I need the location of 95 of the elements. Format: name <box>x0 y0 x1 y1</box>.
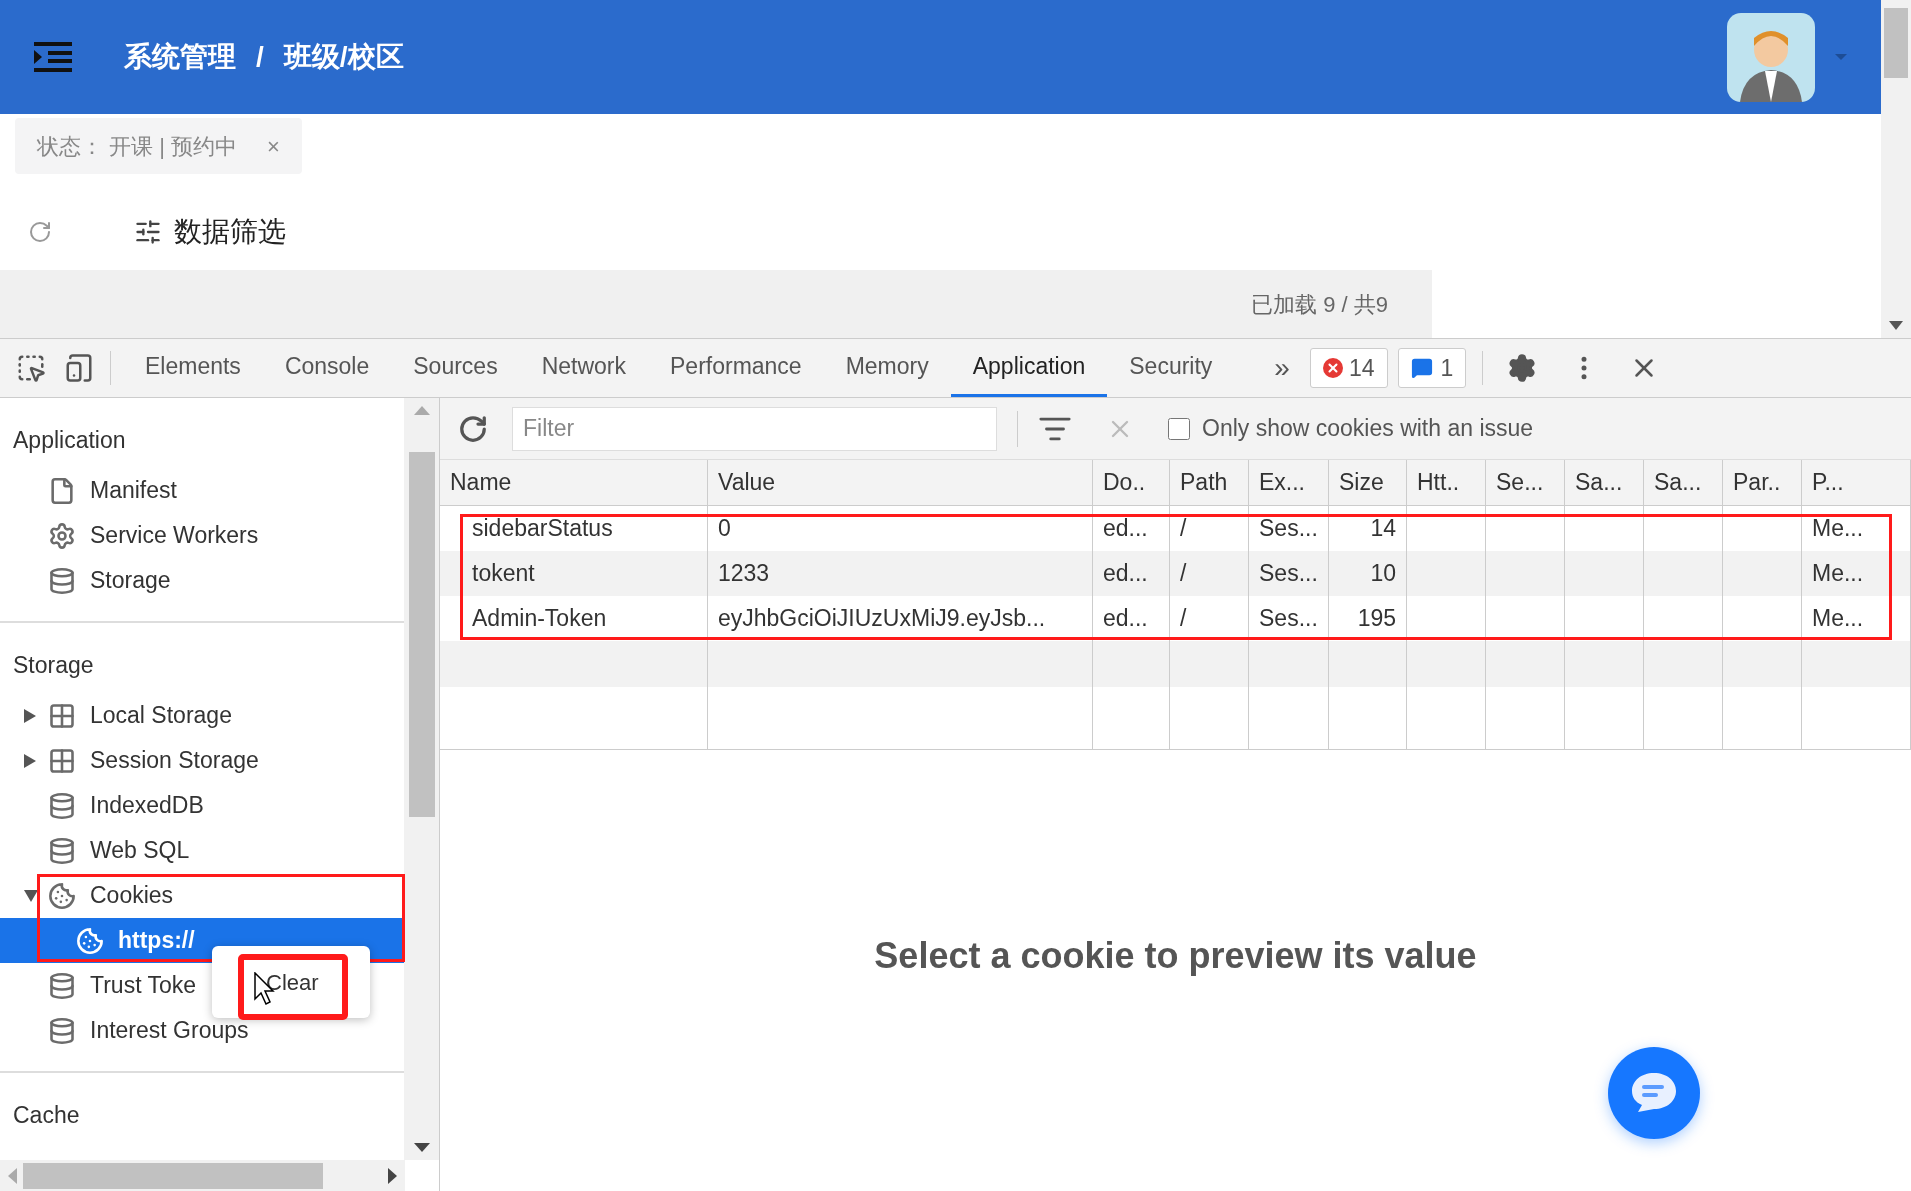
sidebar-item[interactable]: IndexedDB <box>0 783 206 828</box>
column-header[interactable]: Name <box>440 460 708 505</box>
table-cell-text: sidebarStatus <box>472 514 613 544</box>
chat-bubble-icon <box>1630 1071 1678 1115</box>
sidebar-item[interactable]: Session Storage <box>0 738 261 783</box>
table-cell-text: Me... <box>1812 604 1864 634</box>
devtools-tab[interactable]: Network <box>519 339 648 397</box>
sidebar-item[interactable]: Storage <box>0 558 173 603</box>
table-status-bar: 已加载 9 / 共9 <box>0 270 1432 338</box>
message-count-button[interactable]: 1 <box>1397 348 1467 388</box>
devtools-tab[interactable]: Elements <box>123 339 263 397</box>
message-icon <box>1410 357 1433 379</box>
devtools-tab[interactable]: Security <box>1107 339 1235 397</box>
table-cell-text: / <box>1180 559 1187 589</box>
checkbox[interactable] <box>1168 417 1190 440</box>
collapse-triangle-icon[interactable] <box>24 889 38 902</box>
column-header[interactable]: Htt.. <box>1407 460 1486 505</box>
error-icon <box>1322 358 1343 378</box>
sidebar-section-title: Cache <box>12 1100 81 1130</box>
table-cell-text: Me... <box>1812 559 1864 589</box>
table-cell-text: 1233 <box>718 559 770 589</box>
column-header[interactable]: Size <box>1329 460 1407 505</box>
filter-icon[interactable] <box>134 218 162 246</box>
table-cell-text: Me... <box>1812 514 1864 544</box>
table-cell-text: ed... <box>1103 559 1148 589</box>
column-header[interactable]: Value <box>708 460 1093 505</box>
table-cell-text: 14 <box>1370 514 1396 544</box>
column-header[interactable]: P... <box>1802 460 1911 505</box>
menu-indent-icon[interactable] <box>34 42 72 72</box>
filter-field[interactable]: Filter <box>512 406 997 451</box>
column-header[interactable]: Par.. <box>1723 460 1802 505</box>
devtools-tab[interactable]: Console <box>262 339 392 397</box>
database-icon <box>48 836 76 865</box>
breadcrumb-separator: / <box>256 40 264 74</box>
grid-icon <box>48 701 76 730</box>
sidebar-item[interactable]: Trust Toke <box>0 963 199 1008</box>
sidebar-item[interactable]: Service Workers <box>0 513 261 558</box>
preview-message: Select a cookie to preview its value <box>874 933 1477 978</box>
column-header[interactable]: Sa... <box>1644 460 1723 505</box>
database-icon <box>48 791 76 820</box>
table-cell-text: Ses... <box>1259 604 1318 634</box>
column-header[interactable]: Sa... <box>1565 460 1644 505</box>
table-cell-text: Ses... <box>1259 559 1318 589</box>
column-header[interactable]: Do.. <box>1093 460 1170 505</box>
menu-item[interactable]: Clear <box>266 965 319 999</box>
table-cell-text: ed... <box>1103 604 1148 634</box>
table-cell-text: / <box>1180 514 1187 544</box>
refresh-icon[interactable] <box>458 413 488 444</box>
device-icon[interactable] <box>64 353 94 383</box>
devtools-tab[interactable]: Performance <box>648 339 824 397</box>
sidebar-item[interactable]: Cookies <box>0 873 176 918</box>
sidebar-item[interactable]: Local Storage <box>0 693 234 738</box>
refresh-icon[interactable] <box>28 220 52 244</box>
table-cell-text: 10 <box>1370 559 1396 589</box>
settings-icon[interactable] <box>1507 353 1538 383</box>
sidebar-section-title: Storage <box>12 650 95 680</box>
table-cell-text: Admin-Token <box>472 604 607 634</box>
error-count-button[interactable]: 14 <box>1309 348 1388 388</box>
cookie-icon <box>48 881 76 910</box>
sidebar-item[interactable]: Web SQL <box>0 828 192 873</box>
table-cell-text: / <box>1180 604 1187 634</box>
database-icon <box>48 566 76 595</box>
table-cell-text: Ses... <box>1259 514 1318 544</box>
horizontal-scrollbar[interactable] <box>0 1160 405 1191</box>
checkbox-label[interactable]: Only show cookies with an issue <box>1202 411 1534 446</box>
more-tabs-button[interactable]: » <box>1264 347 1300 389</box>
table-cell-text: 195 <box>1357 604 1396 634</box>
table-cell-text: eyJhbGciOiJIUzUxMiJ9.eyJsb... <box>718 604 1046 634</box>
file-icon <box>48 476 76 505</box>
gear-icon <box>48 521 76 550</box>
page-scrollbar[interactable] <box>1881 0 1911 338</box>
column-header[interactable]: Path <box>1170 460 1249 505</box>
user-avatar[interactable] <box>1727 12 1815 102</box>
expand-triangle-icon[interactable] <box>24 753 36 768</box>
inspect-icon[interactable] <box>16 353 46 383</box>
table-cell-text: tokent <box>472 559 535 589</box>
table-cell-text: 0 <box>718 514 731 544</box>
sidebar-section-title: Application <box>12 425 127 455</box>
sidebar-scrollbar[interactable] <box>404 398 439 1160</box>
devtools-tab[interactable]: Memory <box>823 339 951 397</box>
column-header[interactable]: Ex... <box>1249 460 1329 505</box>
breadcrumb-link[interactable]: 系统管理 <box>124 36 236 78</box>
grid-icon <box>48 746 76 775</box>
table-cell-text: ed... <box>1103 514 1148 544</box>
database-icon <box>48 971 76 1000</box>
breadcrumb-current: 班级/校区 <box>283 40 404 74</box>
section-title: 数据筛选 <box>174 215 286 249</box>
filter-tag: 状态： 开课 | 预约中 × <box>15 118 302 174</box>
sidebar-item[interactable]: Interest Groups <box>0 1008 251 1053</box>
database-icon <box>48 1016 76 1045</box>
devtools-tab[interactable]: Sources <box>391 339 520 397</box>
column-header[interactable]: Se... <box>1486 460 1565 505</box>
expand-triangle-icon[interactable] <box>24 708 36 723</box>
sidebar-item[interactable]: Manifest <box>0 468 179 513</box>
cookie-icon <box>76 926 104 955</box>
